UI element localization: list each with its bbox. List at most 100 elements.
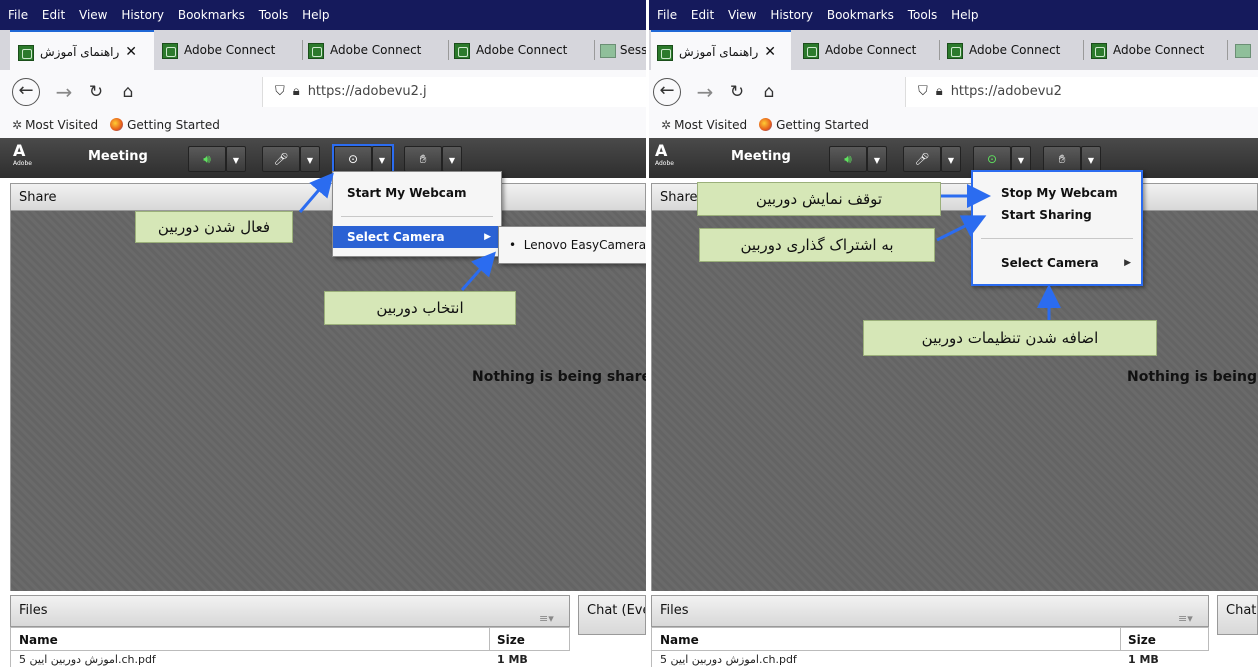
adobe-logo: A Adobe (13, 141, 32, 168)
tab-guide[interactable]: راهنمای آموزش ✕ (651, 30, 791, 70)
url-text: https://adobevu2.j (307, 84, 427, 99)
tab-adobe-connect-2[interactable]: Adobe Connect (947, 30, 1081, 70)
chevron-down-icon[interactable]: ▼ (226, 146, 246, 172)
callout-share-camera: به اشتراک گذاری دوربین (699, 228, 935, 262)
menu-history[interactable]: History (770, 8, 813, 22)
speaker-icon[interactable]: 🔊︎ (188, 146, 226, 172)
home-icon[interactable]: ⌂ (114, 78, 142, 106)
bookmark-most-visited[interactable]: Most Visited (25, 118, 98, 132)
image-tab-icon (600, 43, 616, 58)
chevron-down-icon[interactable]: ▼ (867, 146, 887, 172)
menu-bookmarks[interactable]: Bookmarks (827, 8, 894, 22)
files-column-header: Name Size (651, 627, 1209, 652)
browser-menubar: File Edit View History Bookmarks Tools H… (0, 0, 646, 30)
callout-choose-camera: انتخاب دوربین (324, 291, 516, 325)
adobe-connect-toolbar: A Adobe Meeting 🔊︎ ▼ 🎤︎ ▼ ⊙ ▼ ✋︎ ▼ (649, 138, 1258, 178)
forward-arrow-icon[interactable]: → (691, 78, 719, 106)
raise-hand-icon[interactable]: ✋︎ (404, 146, 442, 172)
stop-webcam-item[interactable]: Stop My Webcam (973, 184, 1141, 202)
tab-label: Adobe Connect (1113, 43, 1205, 57)
raise-hand-icon[interactable]: ✋︎ (1043, 146, 1081, 172)
navigation-bar: ← → ↻ ⌂ ⛉ 🔒︎ https://adobevu2 (649, 70, 1258, 114)
files-row[interactable]: اموزش دوربین ایین 5.ch.pdf 1 MB (651, 651, 1209, 667)
tab-label: Adobe Connect (969, 43, 1061, 57)
share-pod-area (651, 211, 1258, 591)
share-pod-header: Share (10, 183, 646, 211)
files-row[interactable]: اموزش دوربین ایین 5.ch.pdf 1 MB (10, 651, 570, 667)
chevron-down-icon[interactable]: ▼ (1081, 146, 1101, 172)
chat-pod-header: Chat (1217, 595, 1258, 635)
bookmark-getting-started[interactable]: Getting Started (127, 118, 220, 132)
tab-adobe-connect-1[interactable]: Adobe Connect (803, 30, 937, 70)
menu-edit[interactable]: Edit (691, 8, 714, 22)
adobe-connect-icon (308, 42, 324, 59)
adobe-connect-icon (18, 44, 34, 61)
menu-file[interactable]: File (8, 8, 28, 22)
share-pod-area (10, 211, 646, 591)
select-camera-item[interactable]: Select Camera ▶ (333, 226, 501, 248)
files-column-header: Name Size (10, 627, 570, 652)
chevron-down-icon[interactable]: ▼ (1011, 146, 1031, 172)
left-screenshot-panel: File Edit View History Bookmarks Tools H… (0, 0, 646, 667)
webcam-icon[interactable]: ⊙ (973, 146, 1011, 172)
back-arrow-icon[interactable]: ← (653, 78, 681, 106)
start-webcam-item[interactable]: Start My Webcam (333, 182, 501, 204)
tab-session[interactable] (1235, 30, 1258, 70)
microphone-icon[interactable]: 🎤︎ (903, 146, 941, 172)
menu-tools[interactable]: Tools (259, 8, 289, 22)
navigation-bar: ← → ↻ ⌂ ⛉ 🔒︎ https://adobevu2.j (0, 70, 646, 114)
tab-label: Sess (619, 43, 646, 57)
chevron-down-icon[interactable]: ▼ (300, 146, 320, 172)
tab-guide[interactable]: راهنمای آموزش ✕ (10, 30, 154, 70)
gear-star-icon: ✲ (661, 118, 672, 132)
close-tab-icon[interactable]: ✕ (125, 44, 137, 60)
menu-tools[interactable]: Tools (908, 8, 938, 22)
close-tab-icon[interactable]: ✕ (764, 44, 776, 60)
right-screenshot-panel: File Edit View History Bookmarks Tools H… (649, 0, 1258, 667)
callout-add-settings: اضافه شدن تنظیمات دوربین (863, 320, 1157, 356)
browser-menubar: File Edit View History Bookmarks Tools H… (649, 0, 1258, 30)
tab-label: Adobe Connect (184, 43, 276, 57)
camera-option-lenovo[interactable]: • Lenovo EasyCamera (499, 235, 646, 255)
adobe-connect-icon (803, 42, 819, 59)
url-bar[interactable]: ⛉ 🔒︎ https://adobevu2.j (262, 77, 646, 107)
reload-icon[interactable]: ↻ (723, 78, 751, 106)
menu-file[interactable]: File (657, 8, 677, 22)
tab-session[interactable]: Sess (600, 30, 646, 70)
shield-icon: ⛉ (275, 84, 285, 99)
files-pod-header: Files ≡▾ (10, 595, 570, 627)
menu-edit[interactable]: Edit (42, 8, 65, 22)
meeting-menu[interactable]: Meeting (731, 149, 791, 164)
bookmark-most-visited[interactable]: Most Visited (674, 118, 747, 132)
home-icon[interactable]: ⌂ (755, 78, 783, 106)
menu-history[interactable]: History (121, 8, 164, 22)
reload-icon[interactable]: ↻ (82, 78, 110, 106)
select-camera-item[interactable]: Select Camera ▶ (973, 254, 1141, 272)
back-arrow-icon[interactable]: ← (12, 78, 40, 106)
bookmark-getting-started[interactable]: Getting Started (776, 118, 869, 132)
chevron-down-icon[interactable]: ▼ (442, 146, 462, 172)
menu-view[interactable]: View (79, 8, 107, 22)
tab-label: راهنمای آموزش (40, 45, 120, 59)
speaker-icon[interactable]: 🔊︎ (829, 146, 867, 172)
meeting-menu[interactable]: Meeting (88, 149, 148, 164)
browser-tab-strip: راهنمای آموزش ✕ Adobe Connect Adobe Conne… (0, 30, 646, 70)
tab-adobe-connect-3[interactable]: Adobe Connect (1091, 30, 1225, 70)
start-sharing-item[interactable]: Start Sharing (973, 206, 1141, 224)
bookmarks-toolbar: ✲ Most Visited Getting Started (649, 114, 1258, 138)
tab-adobe-connect-3[interactable]: Adobe Connect (454, 30, 592, 70)
url-bar[interactable]: ⛉ 🔒︎ https://adobevu2 (905, 77, 1258, 107)
tab-adobe-connect-2[interactable]: Adobe Connect (308, 30, 446, 70)
menu-bookmarks[interactable]: Bookmarks (178, 8, 245, 22)
menu-view[interactable]: View (728, 8, 756, 22)
chevron-down-icon[interactable]: ▼ (941, 146, 961, 172)
forward-arrow-icon[interactable]: → (50, 78, 78, 106)
adobe-connect-icon (454, 42, 470, 59)
lock-icon: 🔒︎ (292, 84, 300, 99)
tab-label: Adobe Connect (330, 43, 422, 57)
tab-adobe-connect-1[interactable]: Adobe Connect (162, 30, 300, 70)
menu-help[interactable]: Help (951, 8, 978, 22)
microphone-icon[interactable]: 🎤︎ (262, 146, 300, 172)
menu-help[interactable]: Help (302, 8, 329, 22)
camera-submenu: • Lenovo EasyCamera (498, 226, 646, 264)
